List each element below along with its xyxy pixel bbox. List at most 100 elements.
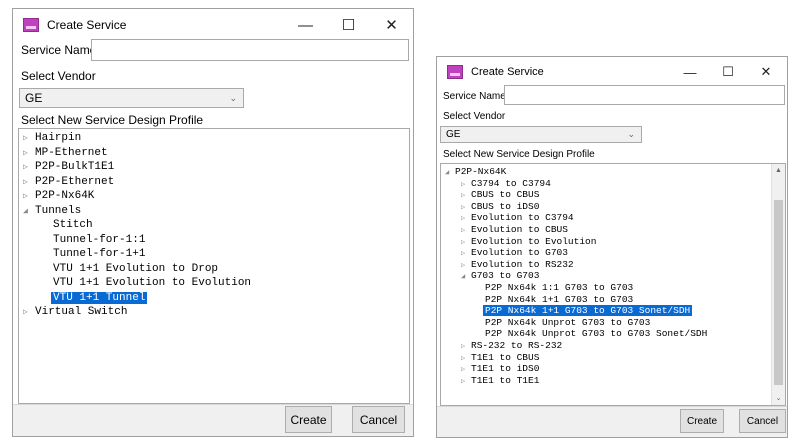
tree-item[interactable]: Stitch (53, 218, 93, 232)
tree-item-label: Stitch (53, 219, 93, 231)
dialog-footer: Create Cancel (13, 404, 413, 436)
tree-item[interactable]: ▷ CBUS to iDS0 (461, 201, 539, 213)
tree-item-label: T1E1 to CBUS (471, 351, 540, 363)
tree-item[interactable]: P2P Nx64k Unprot G703 to G703 Sonet/SDH (485, 328, 707, 340)
window-title: Create Service (471, 66, 544, 78)
window-title: Create Service (47, 18, 127, 32)
tree-item[interactable]: P2P Nx64k Unprot G703 to G703 (485, 317, 650, 329)
collapse-arrow-icon[interactable]: ◢ (461, 272, 471, 284)
scroll-up-icon[interactable]: ▲ (772, 164, 785, 177)
create-service-dialog-left: Create Service — ☐ ✕ Service Name Select… (12, 8, 414, 437)
tree-item[interactable]: ▷ CBUS to CBUS (461, 189, 539, 201)
profile-tree[interactable]: ▲ ⌄ ◢ P2P-Nx64K ▷ C3794 to C3794 ▷ CBUS to CB… (440, 163, 786, 406)
tree-item[interactable]: ▷ P2P-Ethernet (23, 175, 114, 189)
profile-tree[interactable]: ▷ Hairpin ▷ MP-Ethernet ▷ P2P-BulkT1E1 ▷ P2P-Et… (18, 128, 410, 404)
cancel-button[interactable]: Cancel (739, 409, 786, 433)
select-vendor-label: Select Vendor (443, 111, 506, 122)
tree-item-label: P2P Nx64k Unprot G703 to G703 (485, 316, 651, 328)
collapse-arrow-icon[interactable]: ◢ (23, 205, 35, 219)
expand-arrow-icon[interactable]: ▷ (23, 176, 35, 190)
tree-item[interactable]: ▷ Evolution to RS232 (461, 259, 574, 271)
tree-item[interactable]: ▷ Evolution to G703 (461, 247, 568, 259)
tree-item-label: Evolution to Evolution (471, 235, 597, 247)
close-icon[interactable]: ✕ (370, 9, 413, 41)
service-name-input[interactable] (91, 39, 409, 61)
scroll-down-icon[interactable]: ⌄ (772, 392, 785, 405)
tree-item-label: RS-232 to RS-232 (471, 340, 563, 351)
tree-item[interactable]: ▷ C3794 to C3794 (461, 178, 551, 190)
minimize-icon[interactable]: — (671, 57, 709, 87)
tree-item[interactable]: ▷ Hairpin (23, 131, 81, 145)
title-bar[interactable]: Create Service — ☐ ✕ (13, 9, 413, 41)
tree-item[interactable]: ▷ Evolution to C3794 (461, 212, 574, 224)
tree-item[interactable]: ▷ Evolution to Evolution (461, 236, 596, 248)
expand-arrow-icon[interactable]: ▷ (23, 132, 35, 146)
tree-item-label: Evolution to RS232 (471, 258, 574, 270)
create-service-dialog-right: Create Service — ☐ ✕ Service Name Select… (436, 56, 788, 438)
expand-arrow-icon[interactable]: ▷ (23, 161, 35, 175)
expand-arrow-icon[interactable]: ▷ (23, 190, 35, 204)
tree-item-label: P2P-Nx64K (455, 166, 507, 177)
tree-item-label: CBUS to CBUS (471, 189, 540, 201)
maximize-icon[interactable]: ☐ (709, 57, 747, 87)
tree-item-label: Evolution to C3794 (471, 212, 574, 224)
tree-item[interactable]: ▷ P2P-Nx64K (23, 189, 94, 203)
tree-item-label: T1E1 to iDS0 (471, 363, 540, 375)
tree-item[interactable]: Tunnel-for-1+1 (53, 247, 145, 261)
tree-item-label: VTU 1+1 Evolution to Drop (53, 262, 219, 275)
tree-item[interactable]: ▷ MP-Ethernet (23, 146, 108, 160)
tree-item-label: G703 to G703 (471, 270, 540, 282)
cancel-button[interactable]: Cancel (352, 406, 405, 433)
tree-item[interactable]: VTU 1+1 Evolution to Drop (53, 262, 218, 276)
tree-item-label: P2P-BulkT1E1 (35, 161, 115, 173)
tree-item[interactable]: ▷ Evolution to CBUS (461, 224, 568, 236)
app-icon (23, 18, 39, 32)
tree-item[interactable]: ▷ P2P-BulkT1E1 (23, 160, 114, 174)
close-icon[interactable]: ✕ (747, 57, 785, 87)
collapse-arrow-icon[interactable]: ◢ (445, 168, 455, 180)
tree-item[interactable]: VTU 1+1 Tunnel (51, 291, 148, 305)
tree-item[interactable]: ▷ RS-232 to RS-232 (461, 340, 562, 352)
vendor-select[interactable]: GE ⌄ (19, 88, 244, 108)
tree-item[interactable]: P2P Nx64k 1+1 G703 to G703 Sonet/SDH (483, 305, 693, 317)
title-bar[interactable]: Create Service — ☐ ✕ (437, 57, 787, 87)
tree-item[interactable]: ◢ P2P-Nx64K (445, 166, 506, 178)
tree-item[interactable]: Tunnel-for-1:1 (53, 233, 145, 247)
maximize-icon[interactable]: ☐ (327, 9, 370, 41)
tree-item-label: Evolution to G703 (471, 247, 568, 259)
tree-item[interactable]: ◢ Tunnels (23, 204, 81, 218)
dialog-footer: Create Cancel (437, 406, 787, 437)
create-button[interactable]: Create (680, 409, 724, 433)
chevron-down-icon: ⌄ (627, 129, 635, 139)
create-button[interactable]: Create (285, 406, 332, 433)
tree-item-label: C3794 to C3794 (471, 177, 551, 189)
expand-arrow-icon[interactable]: ▷ (23, 147, 35, 161)
service-name-input[interactable] (504, 85, 785, 105)
service-name-label: Service Name (21, 43, 97, 57)
tree-item-label: P2P Nx64k 1+1 G703 to G703 (485, 293, 634, 305)
tree-item[interactable]: ▷ Virtual Switch (23, 305, 127, 319)
tree-item[interactable]: ▷ T1E1 to CBUS (461, 352, 539, 364)
tree-item-label: P2P-Nx64K (35, 190, 95, 202)
tree-item[interactable]: ◢ G703 to G703 (461, 270, 539, 282)
tree-item-label: P2P Nx64k 1+1 G703 to G703 Sonet/SDH (483, 305, 693, 317)
expand-arrow-icon[interactable]: ▷ (461, 377, 471, 389)
scrollbar-thumb[interactable] (774, 200, 783, 385)
expand-arrow-icon[interactable]: ▷ (23, 306, 35, 320)
tree-item[interactable]: VTU 1+1 Evolution to Evolution (53, 276, 251, 290)
tree-item-label: P2P-Ethernet (35, 175, 115, 188)
tree-item-label: Tunnel-for-1+1 (53, 248, 146, 260)
minimize-icon[interactable]: — (284, 9, 327, 41)
tree-item-label: Evolution to CBUS (471, 224, 568, 235)
vendor-select[interactable]: GE ⌄ (440, 126, 642, 143)
tree-item[interactable]: P2P Nx64k 1:1 G703 to G703 (485, 282, 633, 294)
tree-item[interactable]: P2P Nx64k 1+1 G703 to G703 (485, 294, 633, 306)
tree-item-label: Hairpin (35, 132, 82, 144)
tree-item-label: P2P Nx64k 1:1 G703 to G703 (485, 282, 634, 293)
select-vendor-label: Select Vendor (21, 69, 96, 83)
tree-item[interactable]: ▷ T1E1 to iDS0 (461, 363, 539, 375)
service-name-label: Service Name (443, 91, 506, 102)
tree-item[interactable]: ▷ T1E1 to T1E1 (461, 375, 539, 387)
vertical-scrollbar[interactable]: ▲ ⌄ (771, 164, 785, 405)
profile-label: Select New Service Design Profile (443, 149, 595, 160)
